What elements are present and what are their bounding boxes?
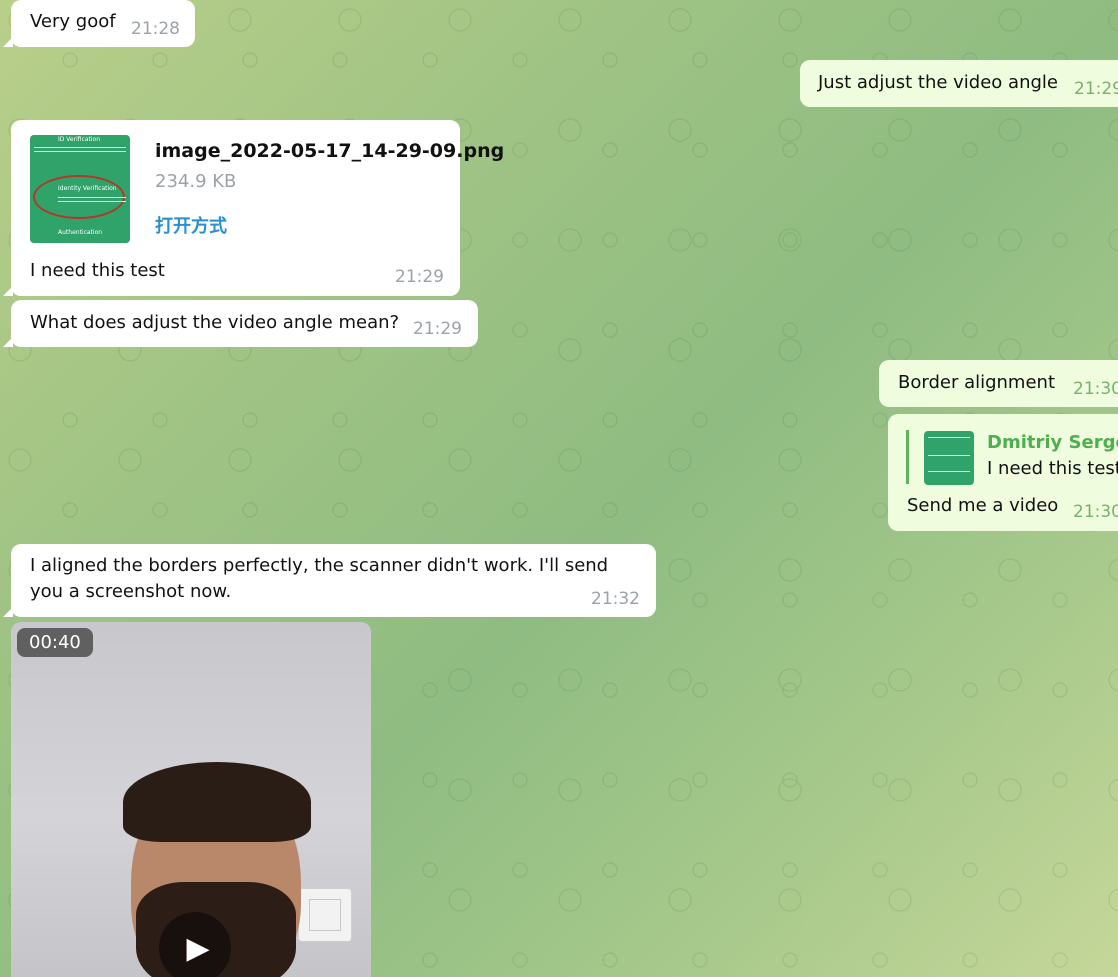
message-bubble: Very goof 21:28 [3,0,195,47]
message-text: Send me a video [907,495,1059,516]
play-icon: ▶ [186,930,210,966]
message-time: 21:30 [1073,502,1118,522]
message-time: 21:29 [413,319,462,339]
thumbnail-title: ID Verification [58,136,101,143]
file-message-bubble: ID Verification Identity Verification Au… [3,120,504,296]
message-bubble: Just adjust the video angle 21:29 [800,60,1118,107]
file-caption: I need this test [30,260,165,281]
message-time: 21:32 [591,589,640,609]
video-hair [123,762,311,842]
message-time: 21:29 [1074,79,1118,99]
file-name[interactable]: image_2022-05-17_14-29-09.png [155,140,504,162]
message-bubble: Border alignment 21:30 [879,360,1118,407]
message-time: 21:30 [1073,379,1118,399]
message-time: 21:29 [395,267,444,287]
message-text: What does adjust the video angle mean? [30,312,400,333]
message-text: Border alignment [898,372,1056,393]
thumbnail-title: Identity Verification [58,185,117,192]
video-duration: 00:40 [17,628,93,657]
file-thumbnail[interactable]: ID Verification Identity Verification Au… [30,135,130,243]
message-time: 21:28 [131,19,180,39]
reply-text: I need this test [987,458,1118,479]
message-text: I aligned the borders perfectly, the sca… [30,555,609,576]
file-size: 234.9 KB [155,171,237,192]
play-button[interactable]: ▶ [159,912,231,977]
light-switch [298,888,352,942]
message-text: Very goof [30,11,116,32]
reply-thumbnail [924,431,974,485]
reply-quote-bar [906,430,909,484]
reply-author[interactable]: Dmitriy Sergee [987,432,1118,453]
message-bubble: I aligned the borders perfectly, the sca… [3,544,656,617]
video-message[interactable]: 00:40 ▶ [11,622,371,977]
message-bubble: What does adjust the video angle mean? 2… [3,300,478,347]
message-text: you a screenshot now. [30,581,232,602]
open-with-link[interactable]: 打开方式 [155,212,227,238]
message-text: Just adjust the video angle [818,72,1058,93]
thumbnail-title: Authentication [58,229,103,236]
reply-message-bubble: Dmitriy Sergee I need this test Send me … [888,414,1118,531]
